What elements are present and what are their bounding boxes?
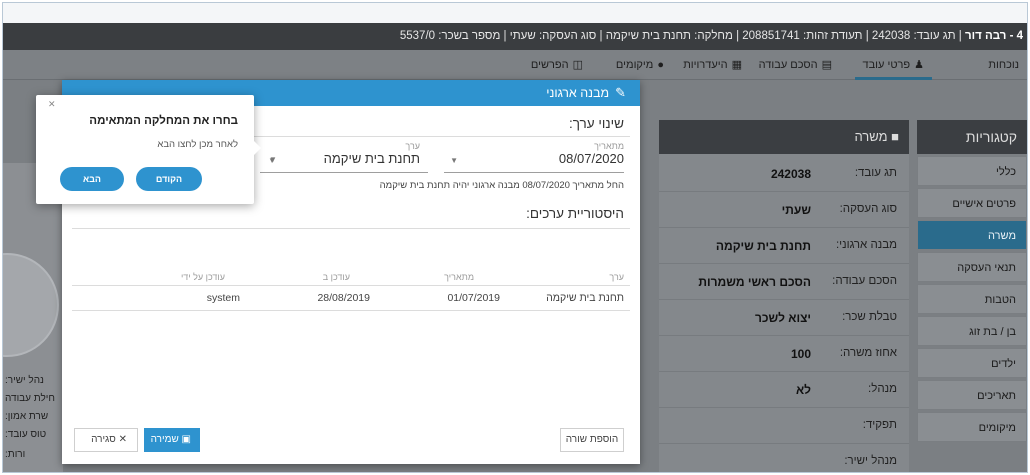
chevron-down-icon[interactable]: ▼ [450,156,458,165]
tab-bar: נוכחות ♟פרטי עובד ▤הסכם עבודה ▦היעדרויות… [3,50,1027,80]
change-note: החל מתאריך 08/07/2020 מבנה ארגוני יהיה ת… [379,180,624,191]
differences-icon: ◫ [572,59,583,71]
category-item[interactable]: הטבות [917,284,1027,314]
column-header: עודכן ב [322,272,350,282]
close-icon[interactable]: ✕ [48,99,56,110]
close-button[interactable]: ✕ סגירה [74,428,138,452]
cell-value: תחנת בית שיקמה [546,292,624,304]
save-button[interactable]: ▣ שמירה [144,428,200,452]
category-item[interactable]: בן / בת זוג [917,316,1027,346]
app-window: 4 - רבה דור | תג עובד: 242038 | תעודת זה… [2,2,1028,473]
change-value-title: שינוי ערך: [568,116,624,131]
save-icon: ▣ [178,434,191,445]
position-row: מנהל ישיר: [659,444,909,472]
position-row: אחוז משרה: 100 [659,336,909,372]
position-panel-title: ■ משרה [659,120,909,154]
column-header: עודכן על ידי [180,272,225,282]
position-row: הסכם עבודה: הסכם ראשי משמרות [659,264,909,300]
from-date-label: מתאריך [594,141,624,151]
category-item[interactable]: כללי [917,156,1027,186]
position-row: מנהל: לא [659,372,909,408]
position-row: סוג העסקה: שעתי [659,192,909,228]
position-row: טבלת שכר: יצוא לשכר [659,300,909,336]
left-field-label: טוס עובד: [5,429,47,440]
profile-photo [3,253,59,357]
pencil-icon: ✎ [615,85,626,100]
chevron-down-icon[interactable]: ▼ [269,155,277,164]
previous-button[interactable]: הקודם [136,167,202,191]
dialog-title: מבנה ארגוני [546,86,610,100]
category-item[interactable]: פרטים אישיים [917,188,1027,218]
position-panel: ■ משרה תג עובד: 242038 סוג העסקה: שעתי מבנ… [659,120,909,472]
person-icon: ♟ [914,59,924,71]
left-field-label: נהל ישיר: [5,375,44,386]
category-item[interactable]: תנאי העסקה [917,252,1027,282]
position-row: מבנה ארגוני: תחנת בית שיקמה [659,228,909,264]
cell-from-date: 01/07/2019 [447,292,500,304]
value-select-value[interactable]: תחנת בית שיקמה [324,151,420,166]
tab-attendance[interactable]: נוכחות [988,50,1019,80]
location-pin-icon: ● [657,59,664,71]
add-row-button[interactable]: הוספת שורה [560,428,624,452]
history-title: היסטוריית ערכים: [526,206,624,221]
top-strip [3,3,1027,23]
briefcase-icon: ■ [887,129,899,144]
category-item[interactable]: מיקומים [917,412,1027,442]
value-label: ערך [405,141,420,151]
from-date-value[interactable]: 08/07/2020 [559,151,624,166]
value-select-underline-extension [265,172,385,173]
tab-locations[interactable]: ●מיקומים [616,50,664,80]
categories-title: קטגוריות [917,120,1027,154]
employee-name: 4 - רבה דור [964,30,1023,42]
from-date-field[interactable] [444,172,624,173]
left-background-panel [3,163,63,472]
table-row-divider [72,310,630,311]
position-row: תפקיד: [659,408,909,444]
categories-sidebar: קטגוריות כללי פרטים אישיים משרה תנאי העס… [917,120,1027,442]
table-header-divider [72,285,630,286]
tab-differences[interactable]: ◫הפרשים [531,50,583,80]
tab-absences[interactable]: ▦היעדרויות [683,50,742,80]
position-row: תג עובד: 242038 [659,156,909,192]
tab-employee-details[interactable]: ♟פרטי עובד [854,50,933,80]
left-field-label: חילת עבודה [5,393,55,404]
document-icon: ▤ [821,59,832,71]
cell-updated-at: 28/08/2019 [317,292,370,304]
next-button[interactable]: הבא [60,167,124,191]
left-field-label: שרת אמון: [5,411,49,422]
tab-work-agreement[interactable]: ▤הסכם עבודה [759,50,832,80]
guide-popover: ✕ בחרו את המחלקה המתאימה לאחר מכן לחצו ה… [36,95,261,204]
employee-details: | תג עובד: 242038 | תעודת זהות: 20885174… [399,30,965,42]
close-icon: ✕ [115,434,127,445]
popover-title: בחרו את המחלקה המתאימה [89,115,238,127]
divider [72,228,630,229]
category-item[interactable]: ילדים [917,348,1027,378]
cell-updated-by: system [206,292,240,304]
absence-icon: ▦ [731,59,742,71]
popover-subtitle: לאחר מכן לחצו הבא [157,139,238,150]
column-header: ערך [609,272,624,282]
left-field-label: ורות: [5,449,26,460]
employee-header: 4 - רבה דור | תג עובד: 242038 | תעודת זה… [3,23,1027,50]
column-header: מתאריך [444,272,474,282]
category-item[interactable]: תאריכים [917,380,1027,410]
category-item-active[interactable]: משרה [917,220,1027,250]
